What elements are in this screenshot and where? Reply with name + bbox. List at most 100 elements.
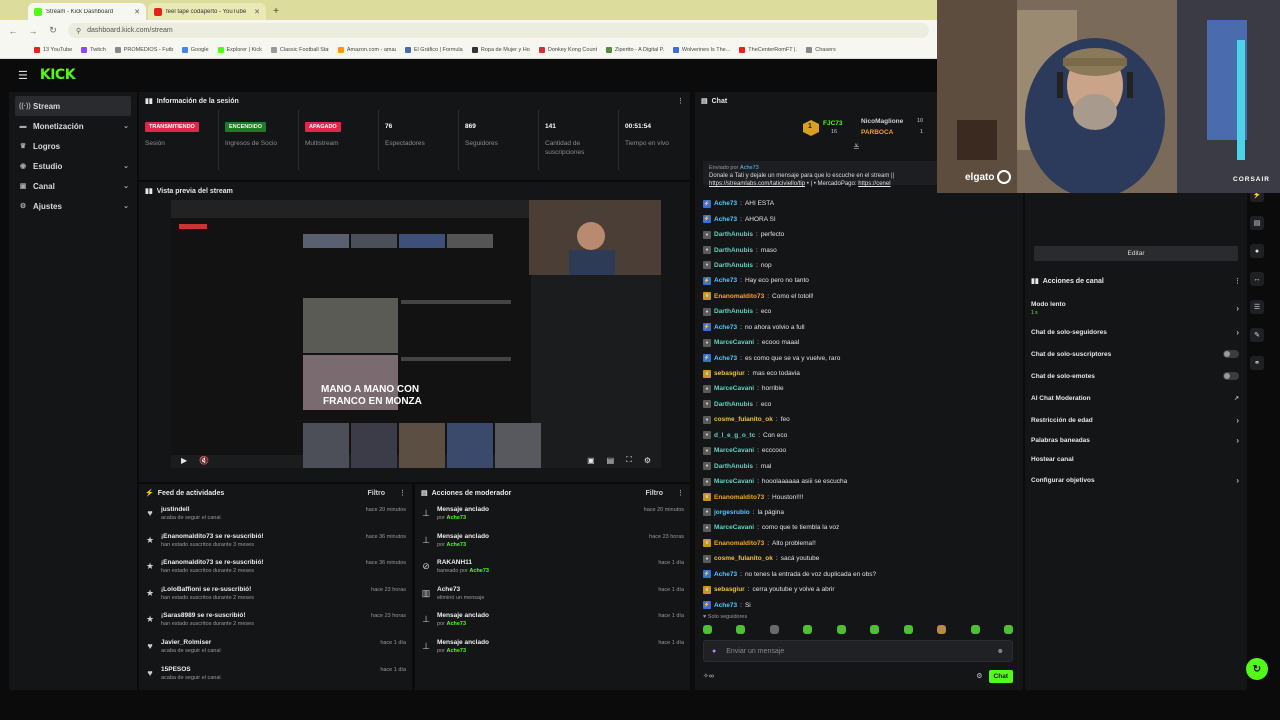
chat-username[interactable]: DarthAnubis xyxy=(714,247,753,254)
mod-action-item[interactable]: ⊥ Mensaje anclado por Ache73 hace 1 día xyxy=(415,608,690,635)
top-user-2[interactable]: NicoMaglione xyxy=(861,118,903,125)
mod-action-item[interactable]: ⊥ Mensaje anclado por Ache73 hace 23 horas xyxy=(415,529,690,556)
help-button[interactable]: ↻ xyxy=(1246,658,1268,680)
mod-action-item[interactable]: ⊘ RAKANH11 baneado por Ache73 hace 1 día xyxy=(415,555,690,582)
chat-username[interactable]: MarceCavani xyxy=(714,478,754,485)
link-icon[interactable]: ⚭ xyxy=(1250,356,1264,370)
chevron-right-icon[interactable]: › xyxy=(1236,436,1239,445)
chat-tools-icon[interactable]: ✧∞ xyxy=(703,672,714,680)
sidebar-item-canal[interactable]: ▣ Canal ⌄ xyxy=(9,176,137,196)
pinned-user[interactable]: Ache73 xyxy=(740,165,759,171)
more-options-icon[interactable]: ⋮ xyxy=(399,489,406,497)
mod-action-item[interactable]: ⊥ Mensaje anclado por Ache73 hace 20 minuto… xyxy=(415,502,690,529)
list-icon[interactable]: ☰ xyxy=(1250,300,1264,314)
edit-button[interactable]: Editar xyxy=(1034,246,1238,261)
close-tab-icon[interactable]: ✕ xyxy=(134,8,140,16)
collapse-icon[interactable]: ≚ xyxy=(853,143,860,152)
bookmark-item[interactable]: El Gráfico | Formula 1 xyxy=(404,46,463,53)
chat-username[interactable]: MarceCavani xyxy=(714,524,754,531)
close-tab-icon[interactable]: ✕ xyxy=(254,8,260,16)
browser-tab-youtube[interactable]: feel tape codaperto - YouTube ✕ xyxy=(148,3,266,20)
chat-username[interactable]: Ache73 xyxy=(714,324,737,331)
site-info-icon[interactable]: ⚲ xyxy=(76,27,81,35)
pinned-link[interactable]: https://streamlabs.com/taticiviello/tip xyxy=(709,181,805,187)
channel-action-row[interactable]: Restricción de edad › xyxy=(1031,409,1239,431)
microphone-icon[interactable]: ● xyxy=(712,648,716,655)
stream-video[interactable]: MANO A MANO CON FRANCO EN MONZA ▶ 🔇 ▣ ▤ … xyxy=(171,200,661,468)
chat-username[interactable]: MarceCavani xyxy=(714,385,754,392)
chevron-right-icon[interactable]: › xyxy=(1236,304,1239,313)
bookmark-item[interactable]: Explorer | Kick xyxy=(217,46,262,53)
chat-bubble-icon[interactable]: ● xyxy=(1250,244,1264,258)
bookmark-item[interactable]: TheCenterRomFT |... xyxy=(739,46,797,53)
emote-icon[interactable] xyxy=(903,625,913,634)
sidebar-item-logros[interactable]: ♛ Logros xyxy=(9,136,137,156)
chat-username[interactable]: Ache73 xyxy=(714,277,737,284)
channel-action-row[interactable]: Chat de solo-seguidores › xyxy=(1031,321,1239,343)
chevron-down-icon[interactable]: ⌄ xyxy=(123,122,129,130)
mod-action-item[interactable]: ▥ Ache73 eliminó un mensaje hace 1 día xyxy=(415,582,690,609)
settings-icon[interactable]: ⚙ xyxy=(644,456,651,465)
chat-username[interactable]: Ache73 xyxy=(714,571,737,578)
chat-username[interactable]: jorgesrubio xyxy=(714,509,750,516)
feed-item[interactable]: ★ ¡Enanomaldito73 se re-suscribió! han est… xyxy=(139,555,412,582)
chat-username[interactable]: DarthAnubis xyxy=(714,262,753,269)
feed-item[interactable]: ★ ¡Saras8989 se re-suscribió! han estado s… xyxy=(139,608,412,635)
bookmark-item[interactable]: Amazon.com - amaz... xyxy=(337,46,396,53)
chat-username[interactable]: d_l_e_g_o_tc xyxy=(714,432,755,439)
wrench-icon[interactable]: ✎ xyxy=(1250,328,1264,342)
bookmark-item[interactable]: 13 YouTube xyxy=(34,46,72,53)
chat-username[interactable]: cosme_fulanito_ok xyxy=(714,555,773,562)
bookmark-item[interactable]: Donkey Kong Count... xyxy=(538,46,597,53)
chat-username[interactable]: Ache73 xyxy=(714,355,737,362)
toggle-switch[interactable] xyxy=(1223,372,1239,380)
channel-action-row[interactable]: Hostear canal xyxy=(1031,450,1239,469)
chat-username[interactable]: Enanomaldito73 xyxy=(714,494,764,501)
emote-icon[interactable] xyxy=(970,625,980,634)
feed-item[interactable]: ★ ¡LoloBaffioni se re-suscribió! han estad… xyxy=(139,582,412,609)
mod-action-user[interactable]: Ache73 xyxy=(446,648,466,654)
channel-action-row[interactable]: Chat de solo-emotes xyxy=(1031,365,1239,387)
mute-icon[interactable]: 🔇 xyxy=(199,456,209,465)
chat-username[interactable]: MarceCavani xyxy=(714,339,754,346)
mod-action-user[interactable]: Ache73 xyxy=(446,621,466,627)
chevron-down-icon[interactable]: ⌄ xyxy=(123,162,129,170)
pinned-link-2[interactable]: https://cenel xyxy=(858,181,890,187)
emote-icon[interactable] xyxy=(736,625,746,634)
chat-username[interactable]: DarthAnubis xyxy=(714,401,753,408)
menu-icon[interactable]: ☰ xyxy=(18,69,28,82)
chat-username[interactable]: sebasgiur xyxy=(714,586,745,593)
chat-username[interactable]: cosme_fulanito_ok xyxy=(714,416,773,423)
more-options-icon[interactable]: ⋮ xyxy=(677,97,684,105)
feed-item[interactable]: ★ ¡Enanomaldito73 se re-suscribió! han est… xyxy=(139,529,412,556)
bookmark-item[interactable]: Twitch xyxy=(81,46,106,53)
channel-action-row[interactable]: AI Chat Moderation ↗ xyxy=(1031,387,1239,409)
chat-username[interactable]: DarthAnubis xyxy=(714,231,753,238)
more-options-icon[interactable]: ⋮ xyxy=(677,489,684,497)
external-link-icon[interactable]: ↗ xyxy=(1234,395,1239,402)
mod-action-user[interactable]: Ache73 xyxy=(469,568,489,574)
bookmark-item[interactable]: Google xyxy=(181,46,209,53)
mod-action-user[interactable]: Ache73 xyxy=(446,515,466,521)
pip-icon[interactable]: ▣ xyxy=(587,456,595,465)
bookmark-item[interactable]: Zipertto - A Digital P... xyxy=(605,46,664,53)
chat-settings-icon[interactable]: ⚙ xyxy=(976,672,982,680)
mod-action-item[interactable]: ⊥ Mensaje anclado por Ache73 hace 1 día xyxy=(415,635,690,662)
top-user-1[interactable]: FJC73 xyxy=(823,120,843,127)
new-tab-button[interactable]: + xyxy=(268,3,284,20)
chat-username[interactable]: MarceCavani xyxy=(714,447,754,454)
chat-username[interactable]: DarthAnubis xyxy=(714,308,753,315)
feed-item[interactable]: ♥ 15PESOS acaba de seguir el canal hace 1 d… xyxy=(139,662,412,689)
toggle-switch[interactable] xyxy=(1223,350,1239,358)
chat-username[interactable]: Enanomaldito73 xyxy=(714,293,764,300)
fullscreen-icon[interactable]: ⛶ xyxy=(626,455,632,465)
mod-action-user[interactable]: Ache73 xyxy=(446,542,466,548)
bookmark-item[interactable]: Ropa de Mujer y Ho... xyxy=(471,46,530,53)
send-chat-button[interactable]: Chat xyxy=(988,669,1013,683)
emote-icon[interactable] xyxy=(769,625,779,634)
reload-icon[interactable]: ↻ xyxy=(48,25,58,36)
chat-username[interactable]: Ache73 xyxy=(714,200,737,207)
url-field[interactable]: ⚲ dashboard.kick.com/stream xyxy=(68,23,929,38)
chat-username[interactable]: Ache73 xyxy=(714,602,737,609)
play-icon[interactable]: ▶ xyxy=(181,456,187,465)
